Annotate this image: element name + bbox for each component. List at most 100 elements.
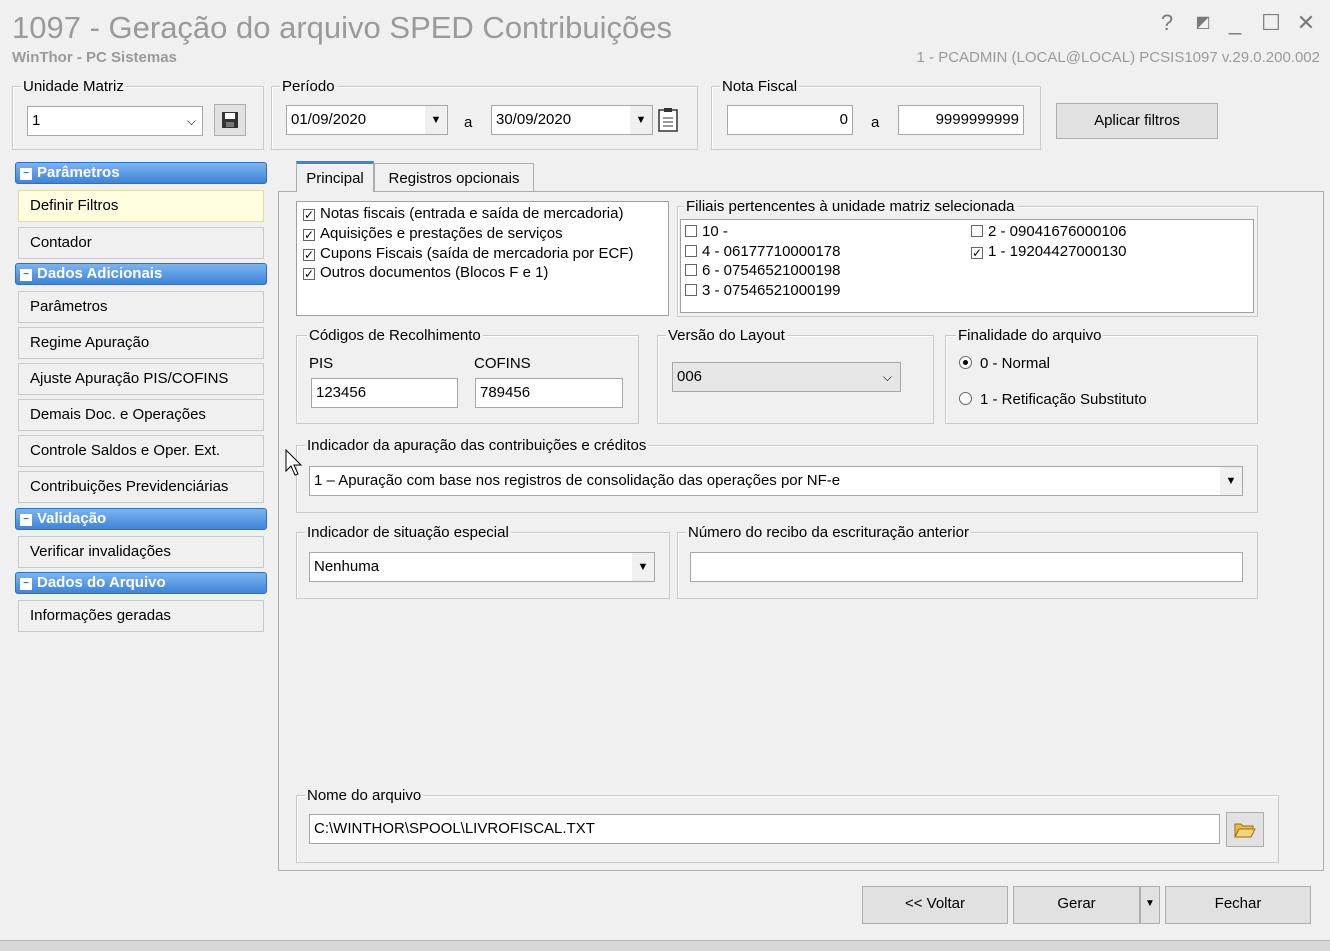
- checkbox-icon: [685, 284, 697, 296]
- collapse-icon: −: [20, 578, 32, 590]
- chevron-down-icon: ⌵: [882, 370, 892, 384]
- recibo-input[interactable]: [690, 552, 1243, 582]
- sidebar-item-contribuicoes-previdenciarias[interactable]: Contribuições Previdenciárias: [18, 471, 264, 503]
- gerar-dropdown-button[interactable]: ▼: [1140, 886, 1160, 924]
- gerar-button[interactable]: Gerar: [1013, 886, 1140, 924]
- nota-fiscal-from-input[interactable]: 0: [727, 105, 853, 135]
- document-label: Outros documentos (Blocos F e 1): [320, 264, 549, 281]
- sidebar-group-parametros[interactable]: − Parâmetros: [15, 162, 267, 184]
- situacao-especial-select[interactable]: Nenhuma ▼: [309, 552, 655, 582]
- browse-folder-button[interactable]: [1226, 812, 1264, 847]
- save-button[interactable]: [214, 104, 246, 136]
- situacao-especial-dropdown[interactable]: ▼: [632, 553, 654, 581]
- document-option[interactable]: ✓ Aquisições e prestações de serviços: [303, 225, 563, 242]
- sidebar-item-parametros[interactable]: Parâmetros: [18, 291, 264, 323]
- filial-option[interactable]: 2 - 09041676000106: [971, 223, 1126, 240]
- situacao-especial-value: Nenhuma: [314, 558, 380, 575]
- floppy-disk-icon: [222, 112, 238, 128]
- indicador-apuracao-select[interactable]: 1 – Apuração com base nos registros de c…: [309, 466, 1243, 496]
- pis-label: PIS: [309, 355, 334, 372]
- filial-label: 3 - 07546521000199: [702, 282, 841, 299]
- nota-fiscal-to-input[interactable]: 9999999999: [898, 105, 1024, 135]
- indicador-apuracao-dropdown[interactable]: ▼: [1220, 467, 1242, 495]
- filiais-label: Filiais pertencentes à unidade matriz se…: [684, 198, 1017, 215]
- sidebar-item-ajuste-apuracao[interactable]: Ajuste Apuração PIS/COFINS: [18, 363, 264, 395]
- document-option[interactable]: ✓ Cupons Fiscais (saída de mercadoria por…: [303, 245, 633, 262]
- checkbox-icon: [971, 225, 983, 237]
- checkbox-icon: [685, 264, 697, 276]
- recolhimento-group: Códigos de Recolhimento: [296, 327, 639, 424]
- close-button[interactable]: ✕: [1293, 10, 1319, 36]
- finalidade-option-label: 1 - Retificação Substituto: [980, 391, 1147, 408]
- document-label: Aquisições e prestações de serviços: [320, 225, 563, 242]
- sidebar-group-dados-adicionais[interactable]: − Dados Adicionais: [15, 263, 267, 285]
- sidebar-group-title: Validação: [37, 510, 107, 527]
- window-title: 1097 - Geração do arquivo SPED Contribui…: [12, 10, 672, 45]
- sidebar-group-validacao[interactable]: − Validação: [15, 508, 267, 530]
- collapse-icon: −: [20, 168, 32, 180]
- finalidade-option-normal[interactable]: 0 - Normal: [959, 355, 1050, 372]
- folder-open-icon: [1234, 823, 1256, 838]
- mouse-cursor-icon: [285, 448, 303, 481]
- tab-registros-opcionais[interactable]: Registros opcionais: [374, 163, 534, 191]
- finalidade-label: Finalidade do arquivo: [956, 327, 1104, 344]
- sidebar-item-contador[interactable]: Contador: [18, 227, 264, 259]
- filial-option[interactable]: 6 - 07546521000198: [685, 262, 840, 279]
- document-label: Notas fiscais (entrada e saída de mercad…: [320, 205, 624, 222]
- sidebar-item-definir-filtros[interactable]: Definir Filtros: [18, 190, 264, 222]
- sidebar-item-controle-saldos[interactable]: Controle Saldos e Oper. Ext.: [18, 435, 264, 467]
- layout-label: Versão do Layout: [666, 327, 787, 344]
- pis-input[interactable]: 123456: [311, 378, 458, 408]
- help-button[interactable]: ?: [1154, 10, 1180, 36]
- sidebar-item-demais-doc[interactable]: Demais Doc. e Operações: [18, 399, 264, 431]
- sidebar-group-dados-arquivo[interactable]: − Dados do Arquivo: [15, 572, 267, 594]
- status-bar: [0, 940, 1330, 951]
- finalidade-option-retificacao[interactable]: 1 - Retificação Substituto: [959, 391, 1147, 408]
- fechar-button[interactable]: Fechar: [1165, 886, 1311, 924]
- document-label: Cupons Fiscais (saída de mercadoria por …: [320, 245, 634, 262]
- voltar-button[interactable]: << Voltar: [862, 886, 1008, 924]
- filial-option[interactable]: 4 - 06177710000178: [685, 243, 840, 260]
- checkbox-checked-icon: ✓: [303, 208, 315, 222]
- filial-option[interactable]: 10 -: [685, 223, 728, 240]
- unidade-matriz-select[interactable]: 1 ⌵: [27, 106, 203, 136]
- periodo-to-input[interactable]: 30/09/2020 ▼: [491, 105, 653, 135]
- recibo-label: Número do recibo da escrituração anterio…: [686, 524, 971, 541]
- layout-select[interactable]: 006 ⌵: [672, 362, 901, 392]
- user-info: 1 - PCADMIN (LOCAL@LOCAL) PCSIS1097 v.29…: [916, 49, 1320, 66]
- periodo-from-dropdown[interactable]: ▼: [425, 106, 447, 134]
- indicador-apuracao-label: Indicador da apuração das contribuições …: [305, 437, 649, 454]
- unidade-matriz-value: 1: [32, 112, 41, 129]
- calendar-icon[interactable]: [656, 107, 682, 133]
- restore-icon[interactable]: ◩: [1190, 10, 1216, 36]
- finalidade-group: Finalidade do arquivo: [945, 327, 1258, 424]
- radio-selected-icon: [959, 356, 972, 369]
- apply-filters-button[interactable]: Aplicar filtros: [1056, 103, 1218, 139]
- checkbox-icon: [685, 225, 697, 237]
- arquivo-label: Nome do arquivo: [305, 787, 424, 804]
- filial-option[interactable]: ✓ 1 - 19204427000130: [971, 243, 1126, 260]
- document-option[interactable]: ✓ Outros documentos (Blocos F e 1): [303, 264, 548, 281]
- nota-fiscal-to-label: a: [871, 114, 880, 131]
- document-option[interactable]: ✓ Notas fiscais (entrada e saída de merca…: [303, 205, 623, 222]
- sidebar-item-verificar-invalidacoes[interactable]: Verificar invalidações: [18, 536, 264, 568]
- periodo-from-input[interactable]: 01/09/2020 ▼: [286, 105, 448, 135]
- cofins-input[interactable]: 789456: [475, 378, 623, 408]
- periodo-to-dropdown[interactable]: ▼: [630, 106, 652, 134]
- minimize-button[interactable]: _: [1222, 10, 1248, 36]
- nota-fiscal-label: Nota Fiscal: [720, 78, 800, 95]
- periodo-from-value: 01/09/2020: [291, 111, 367, 128]
- tab-principal[interactable]: Principal: [296, 161, 374, 192]
- checkbox-checked-icon: ✓: [303, 228, 315, 242]
- unidade-matriz-label: Unidade Matriz: [21, 78, 126, 95]
- filial-option[interactable]: 3 - 07546521000199: [685, 282, 840, 299]
- filial-label: 10 -: [702, 223, 728, 240]
- sidebar-item-informacoes-geradas[interactable]: Informações geradas: [18, 600, 264, 632]
- sidebar-group-title: Dados Adicionais: [37, 265, 163, 282]
- filial-label: 6 - 07546521000198: [702, 262, 841, 279]
- sidebar-item-regime-apuracao[interactable]: Regime Apuração: [18, 327, 264, 359]
- arquivo-input[interactable]: C:\WINTHOR\SPOOL\LIVROFISCAL.TXT: [309, 814, 1220, 844]
- maximize-button[interactable]: ☐: [1258, 10, 1284, 36]
- collapse-icon: −: [20, 514, 32, 526]
- indicador-apuracao-value: 1 – Apuração com base nos registros de c…: [314, 472, 841, 489]
